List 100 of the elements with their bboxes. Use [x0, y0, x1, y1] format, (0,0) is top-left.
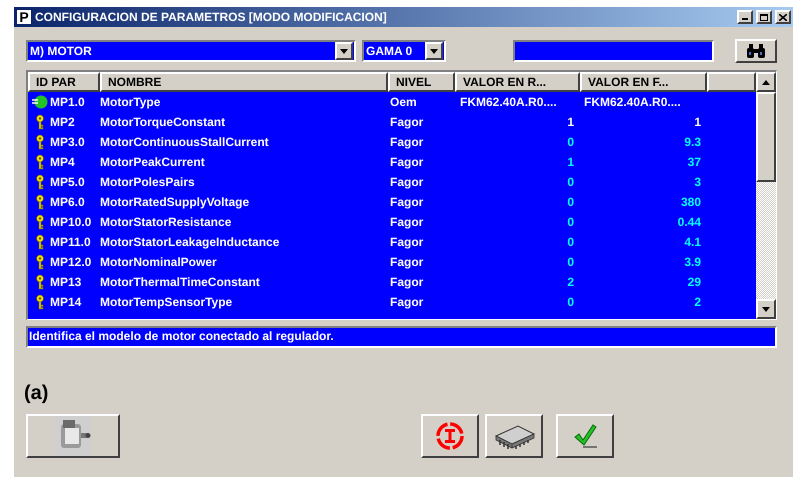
param-name: MotorThermalTimeConstant — [100, 274, 261, 291]
param-name: MotorType — [100, 94, 162, 111]
scroll-thumb[interactable] — [756, 92, 776, 182]
column-header[interactable]: VALOR EN R... — [455, 72, 580, 92]
key-icon — [35, 234, 45, 250]
table-row[interactable]: MP10.0 MotorStatorResistance Fagor 0 0.44 — [28, 212, 756, 232]
scrollbar[interactable] — [756, 72, 776, 319]
table-cell-text: 380 — [680, 194, 701, 211]
key-icon — [35, 114, 45, 130]
table-cell-text: 1 — [567, 154, 574, 171]
param-name: MotorRatedSupplyVoltage — [100, 194, 250, 211]
table-row[interactable]: MP5.0 MotorPolesPairs Fagor 0 3 — [28, 172, 756, 192]
tool-button[interactable] — [421, 414, 479, 458]
param-name: MotorStatorLeakageInductance — [100, 234, 280, 251]
table-cell-text: 9.3 — [684, 134, 701, 151]
table-cell-text: 0 — [567, 134, 574, 151]
param-level: Fagor — [389, 114, 424, 131]
param-name: MotorPolesPairs — [100, 174, 196, 191]
table-row[interactable]: MP6.0 MotorRatedSupplyVoltage Fagor 0 380 — [28, 192, 756, 212]
table-cell-text: 0 — [567, 234, 574, 251]
find-button[interactable] — [735, 39, 777, 63]
param-level: Fagor — [389, 294, 424, 311]
table-cell-text: 1 — [567, 114, 574, 131]
param-name: MotorStatorResistance — [100, 214, 232, 231]
checkmark-icon — [572, 423, 598, 449]
group-dropdown[interactable]: M) MOTOR — [26, 40, 356, 62]
param-id: MP14 — [50, 294, 82, 311]
stop-circle-icon — [435, 421, 465, 451]
param-name: MotorPeakCurrent — [100, 154, 206, 171]
table-cell-text: 0 — [567, 294, 574, 311]
column-header — [707, 72, 756, 92]
param-level: Oem — [389, 94, 418, 111]
scroll-up-button[interactable] — [756, 72, 776, 92]
table-row[interactable]: MP14 MotorTempSensorType Fagor 0 2 — [28, 292, 756, 312]
param-id: MP13 — [50, 274, 82, 291]
param-name: MotorTorqueConstant — [100, 114, 226, 131]
table-row[interactable]: MP11.0 MotorStatorLeakageInductance Fagor 0 4.1 — [28, 232, 756, 252]
tool-button[interactable] — [26, 414, 120, 458]
key-icon — [35, 134, 45, 150]
key-icon — [35, 154, 45, 170]
close-icon — [779, 14, 787, 20]
param-name: MotorContinuousStallCurrent — [100, 134, 270, 151]
dropdown-caret-icon[interactable] — [335, 42, 353, 60]
table-cell-text: 29 — [688, 274, 701, 291]
motor-icon — [55, 416, 91, 456]
param-id: MP12.0 — [50, 254, 92, 271]
maximize-button[interactable] — [756, 10, 772, 24]
table-row[interactable]: MP12.0 MotorNominalPower Fagor 0 3.9 — [28, 252, 756, 272]
caption: (a) — [24, 382, 50, 404]
param-id: MP4 — [50, 154, 75, 171]
up-arrow-icon — [762, 80, 770, 84]
table-row[interactable]: MP13 MotorThermalTimeConstant Fagor 2 29 — [28, 272, 756, 292]
param-level: Fagor — [389, 214, 424, 231]
table-cell-text: FKM62.40A.R0.... — [584, 94, 681, 111]
key-icon — [35, 254, 45, 270]
key-icon — [35, 294, 45, 310]
param-id: MP1.0 — [50, 94, 85, 111]
param-level: Fagor — [389, 194, 424, 211]
table-cell-text: 0 — [567, 194, 574, 211]
tool-button[interactable] — [485, 414, 543, 458]
table-row[interactable]: MP4 MotorPeakCurrent Fagor 1 37 — [28, 152, 756, 172]
table-row[interactable]: MP2 MotorTorqueConstant Fagor 1 1 — [28, 112, 756, 132]
param-level: Fagor — [389, 174, 424, 191]
column-header[interactable]: NOMBRE — [100, 72, 388, 92]
key-icon — [35, 194, 45, 210]
param-name: MotorTempSensorType — [100, 294, 234, 311]
search-field[interactable] — [513, 40, 714, 62]
column-header[interactable]: NIVEL — [388, 72, 455, 92]
param-level: Fagor — [389, 234, 424, 251]
table-cell-text: 3.9 — [684, 254, 701, 271]
key-icon — [35, 214, 45, 230]
ok-button[interactable] — [556, 414, 614, 458]
param-level: Fagor — [389, 254, 424, 271]
table-cell-text: FKM62.40A.R0.... — [460, 94, 557, 111]
param-id: MP10.0 — [50, 214, 92, 231]
range-dropdown[interactable]: GAMA 0 — [362, 40, 446, 62]
app-icon: P — [16, 9, 32, 25]
close-button[interactable] — [775, 10, 791, 24]
param-level: Fagor — [389, 154, 424, 171]
disc-icon — [32, 95, 48, 109]
table-cell-text: 4.1 — [684, 234, 701, 251]
table-cell-text: 0 — [567, 254, 574, 271]
dropdown-caret-icon[interactable] — [425, 42, 443, 60]
minimize-button[interactable] — [737, 10, 753, 24]
table-row[interactable]: MP3.0 MotorContinuousStallCurrent Fagor 0 9.3 — [28, 132, 756, 152]
param-id: MP3.0 — [50, 134, 85, 151]
scroll-down-button[interactable] — [756, 299, 776, 319]
key-icon — [35, 274, 45, 290]
table-cell-text: 2 — [567, 274, 574, 291]
column-header[interactable]: VALOR EN F... — [580, 72, 707, 92]
table-row[interactable]: MP1.0 MotorType Oem FKM62.40A.R0.... FKM62.40A.R0.... — [28, 92, 756, 112]
param-level: Fagor — [389, 134, 424, 151]
column-header[interactable]: ID PAR — [28, 72, 100, 92]
table-cell-text: 37 — [688, 154, 701, 171]
table-cell-text: 0 — [567, 174, 574, 191]
param-name: MotorNominalPower — [100, 254, 218, 271]
param-id: MP2 — [50, 114, 75, 131]
param-id: MP5.0 — [50, 174, 85, 191]
binoculars-icon — [746, 44, 766, 58]
table-cell-text: 3 — [694, 174, 701, 191]
